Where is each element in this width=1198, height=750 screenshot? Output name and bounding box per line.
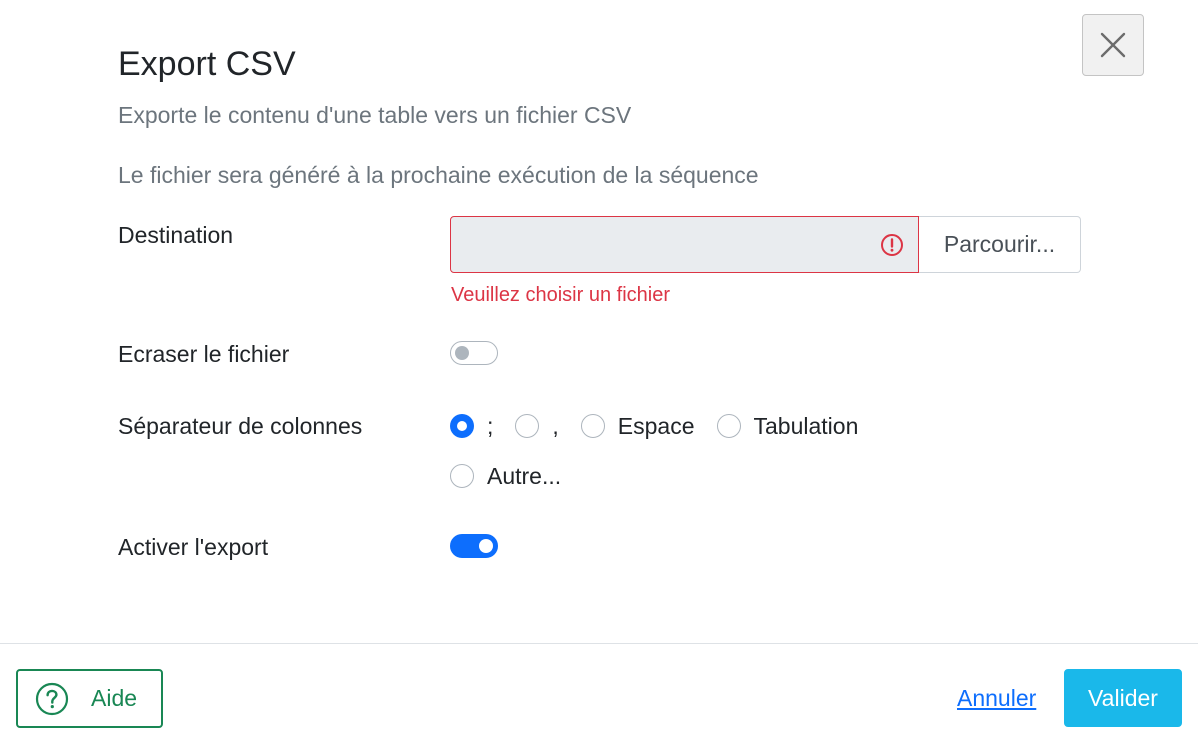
separator-options-row-2: Autre... <box>450 461 583 491</box>
separator-label: Séparateur de colonnes <box>118 413 363 439</box>
footer-divider <box>0 643 1198 644</box>
dialog-info-text: Le fichier sera généré à la prochaine ex… <box>118 162 759 188</box>
question-circle-icon <box>35 682 69 715</box>
destination-label: Destination <box>118 222 234 248</box>
separator-option-tab[interactable]: Tabulation <box>716 412 859 440</box>
radio-button[interactable] <box>450 414 474 438</box>
destination-field[interactable] <box>450 216 919 273</box>
radio-label: Espace <box>617 413 695 439</box>
separator-option-semicolon[interactable]: ; <box>450 412 493 440</box>
separator-options-row-1: ; , Espace Tabulation <box>450 411 880 441</box>
overwrite-toggle[interactable] <box>450 341 498 365</box>
separator-option-comma[interactable]: , <box>515 412 559 440</box>
help-button-label: Aide <box>91 685 138 711</box>
enable-export-label: Activer l'export <box>118 534 269 560</box>
separator-option-other[interactable]: Autre... <box>450 462 561 490</box>
browse-button[interactable]: Parcourir... <box>919 216 1081 273</box>
destination-input-group: Parcourir... <box>450 216 1081 273</box>
destination-error-message: Veuillez choisir un fichier <box>451 284 670 306</box>
toggle-knob <box>479 539 493 553</box>
overwrite-label: Ecraser le fichier <box>118 341 290 367</box>
radio-button[interactable] <box>716 414 741 438</box>
dialog-subtitle: Exporte le contenu d'une table vers un f… <box>118 102 632 128</box>
exclamation-circle-icon <box>881 234 903 256</box>
help-button[interactable]: Aide <box>16 669 163 728</box>
enable-export-toggle[interactable] <box>450 534 498 558</box>
dialog-title: Export CSV <box>118 45 296 83</box>
radio-button[interactable] <box>515 414 540 438</box>
separator-option-space[interactable]: Espace <box>580 412 695 440</box>
radio-label: Autre... <box>487 463 562 489</box>
close-icon <box>1100 32 1126 58</box>
close-button[interactable] <box>1082 14 1144 76</box>
radio-label: Tabulation <box>753 413 859 439</box>
radio-button[interactable] <box>580 414 605 438</box>
validate-button[interactable]: Valider <box>1064 669 1182 727</box>
toggle-knob <box>455 346 469 360</box>
radio-button[interactable] <box>450 464 474 488</box>
radio-label: ; <box>487 413 494 439</box>
cancel-link[interactable]: Annuler <box>957 684 1036 712</box>
radio-label: , <box>552 413 559 439</box>
export-csv-dialog: Export CSV Exporte le contenu d'une tabl… <box>0 0 1198 750</box>
